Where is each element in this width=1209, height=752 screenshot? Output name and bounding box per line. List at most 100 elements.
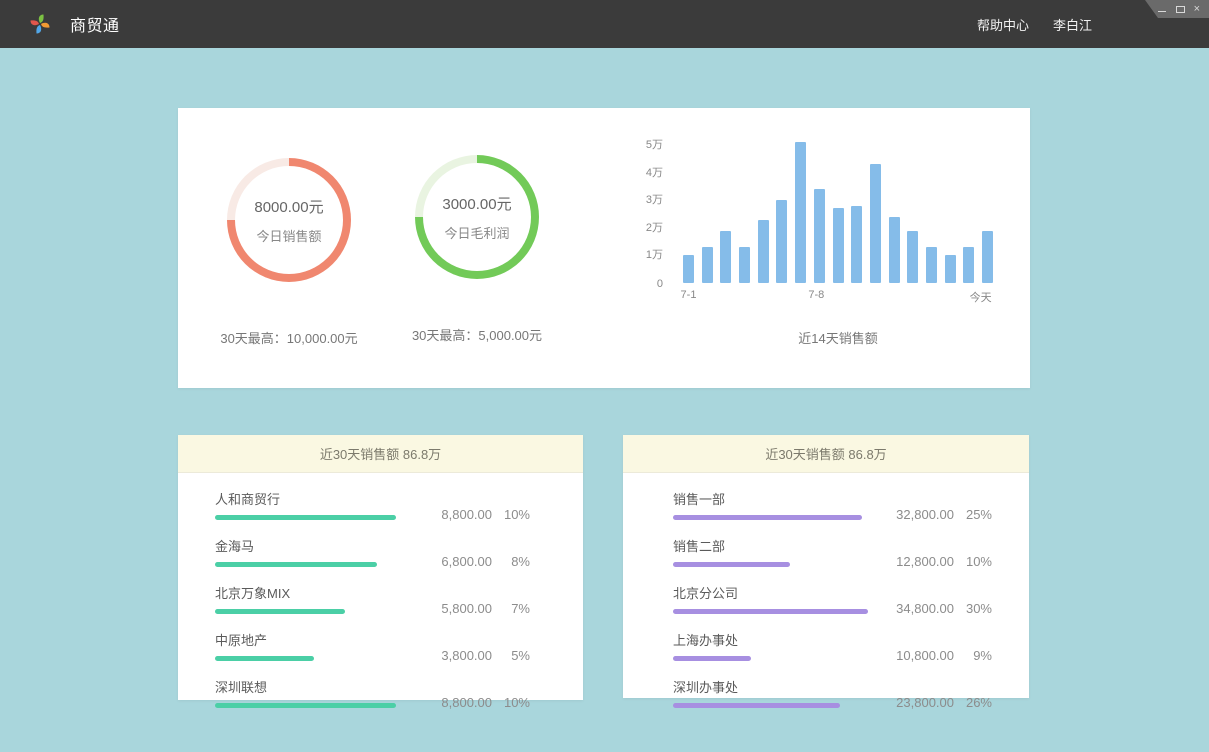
titlebar: 商贸通 帮助中心 李白江 [0, 0, 1209, 48]
list-item-left: 深圳办事处 [673, 677, 874, 708]
y-tick-label: 0 [623, 278, 663, 290]
item-amount: 10,800.00 [884, 648, 954, 663]
y-tick-label: 5万 [623, 136, 663, 152]
item-amount: 5,800.00 [422, 601, 492, 616]
list-item: 北京万象MIX5,800.007% [215, 583, 530, 614]
department-list: 销售一部32,800.0025%销售二部12,800.0010%北京分公司34,… [623, 473, 1029, 708]
list-item-left: 人和商贸行 [215, 489, 412, 520]
app-title: 商贸通 [70, 12, 120, 36]
list-item-left: 上海办事处 [673, 630, 874, 661]
department-card-title: 近30天销售额 86.8万 [623, 435, 1029, 473]
item-amount: 12,800.00 [884, 554, 954, 569]
list-item-values: 34,800.0030% [874, 601, 992, 616]
item-percent: 30% [954, 601, 992, 616]
donut-center: 8000.00元 今日销售额 [235, 166, 343, 274]
item-name: 深圳办事处 [673, 677, 874, 696]
item-progress-bar [215, 656, 412, 661]
minimize-icon[interactable] [1158, 5, 1167, 14]
list-item-values: 8,800.0010% [412, 507, 530, 522]
today-profit-value: 3000.00元 [442, 193, 511, 214]
donut-today-profit: 3000.00元 今日毛利润 30天最高：5,000.00元 [402, 155, 552, 344]
item-percent: 5% [492, 648, 530, 663]
list-item: 上海办事处10,800.009% [673, 630, 992, 661]
list-item: 销售二部 12,800.0010% [673, 536, 992, 567]
help-center-link[interactable]: 帮助中心 [977, 15, 1029, 34]
list-item: 中原地产 3,800.005% [215, 630, 530, 661]
item-progress-bar [673, 562, 874, 567]
item-progress-bar [673, 515, 874, 520]
list-item-left: 中原地产 [215, 630, 412, 661]
bar [683, 255, 694, 283]
list-item: 销售一部32,800.0025% [673, 489, 992, 520]
donut-center: 3000.00元 今日毛利润 [423, 163, 531, 271]
item-progress-bar [673, 609, 874, 614]
item-progress-bar [215, 515, 412, 520]
item-amount: 3,800.00 [422, 648, 492, 663]
donut-ring-profit: 3000.00元 今日毛利润 [415, 155, 539, 279]
list-item-values: 10,800.009% [874, 648, 992, 663]
bar [945, 255, 956, 283]
item-percent: 25% [954, 507, 992, 522]
bar [870, 164, 881, 283]
donut-ring-sales: 8000.00元 今日销售额 [227, 158, 351, 282]
brand: 商贸通 [0, 12, 120, 36]
today-sales-value: 8000.00元 [254, 196, 323, 217]
list-item-values: 23,800.0026% [874, 695, 992, 710]
list-item-values: 5,800.007% [412, 601, 530, 616]
list-item: 金海马6,800.008% [215, 536, 530, 567]
overview-card: 8000.00元 今日销售额 30天最高：10,000.00元 3000.00元… [178, 108, 1030, 388]
item-percent: 10% [492, 695, 530, 710]
bar [851, 206, 862, 283]
list-item: 北京分公司34,800.0030% [673, 583, 992, 614]
today-sales-label: 今日销售额 [256, 226, 321, 245]
y-tick-label: 1万 [623, 246, 663, 262]
bar-plot [683, 133, 993, 283]
x-tick-label: 今天 [970, 289, 992, 305]
bar [814, 189, 825, 283]
list-item-left: 深圳联想 [215, 677, 412, 708]
bar-chart-sales-14d: 01万2万3万4万5万 7-17-8今天 近14天销售额 [623, 116, 1023, 366]
item-name: 北京分公司 [673, 583, 874, 602]
item-percent: 9% [954, 648, 992, 663]
list-item: 人和商贸行8,800.0010% [215, 489, 530, 520]
item-amount: 8,800.00 [422, 507, 492, 522]
list-item-left: 北京分公司 [673, 583, 874, 614]
list-item-values: 6,800.008% [412, 554, 530, 569]
customer-list: 人和商贸行8,800.0010%金海马6,800.008%北京万象MIX5,80… [178, 473, 583, 708]
item-progress-bar [673, 703, 874, 708]
item-amount: 6,800.00 [422, 554, 492, 569]
item-progress-bar [215, 703, 412, 708]
bar [702, 247, 713, 283]
item-percent: 10% [492, 507, 530, 522]
bar [963, 247, 974, 283]
item-percent: 26% [954, 695, 992, 710]
item-progress-bar [215, 562, 412, 567]
customer-sales-card: 近30天销售额 86.8万 人和商贸行8,800.0010%金海马6,800.0… [178, 435, 583, 700]
donut-today-sales: 8000.00元 今日销售额 30天最高：10,000.00元 [214, 158, 364, 347]
user-menu[interactable]: 李白江 [1053, 15, 1092, 34]
bar [758, 220, 769, 283]
bar [833, 208, 844, 283]
close-icon[interactable]: × [1194, 5, 1200, 14]
x-tick-label: 7-8 [808, 289, 824, 301]
item-amount: 32,800.00 [884, 507, 954, 522]
bar [926, 247, 937, 283]
item-name: 金海马 [215, 536, 412, 555]
bar-chart-caption: 近14天销售额 [683, 328, 993, 347]
list-item-left: 金海马 [215, 536, 412, 567]
item-name: 销售一部 [673, 489, 874, 508]
bar-x-axis: 7-1 7-8 今天 [683, 289, 993, 305]
item-name: 上海办事处 [673, 630, 874, 649]
item-progress-bar [673, 656, 874, 661]
maximize-icon[interactable] [1176, 5, 1185, 14]
item-name: 北京万象MIX [215, 583, 412, 602]
x-tick-label: 7-1 [681, 289, 697, 301]
item-percent: 10% [954, 554, 992, 569]
item-percent: 8% [492, 554, 530, 569]
list-item-left: 销售一部 [673, 489, 874, 520]
y-tick-label: 3万 [623, 191, 663, 207]
list-item-values: 32,800.0025% [874, 507, 992, 522]
department-sales-card: 近30天销售额 86.8万 销售一部32,800.0025%销售二部12,800… [623, 435, 1029, 698]
item-name: 人和商贸行 [215, 489, 412, 508]
item-name: 销售二部 [673, 536, 874, 555]
